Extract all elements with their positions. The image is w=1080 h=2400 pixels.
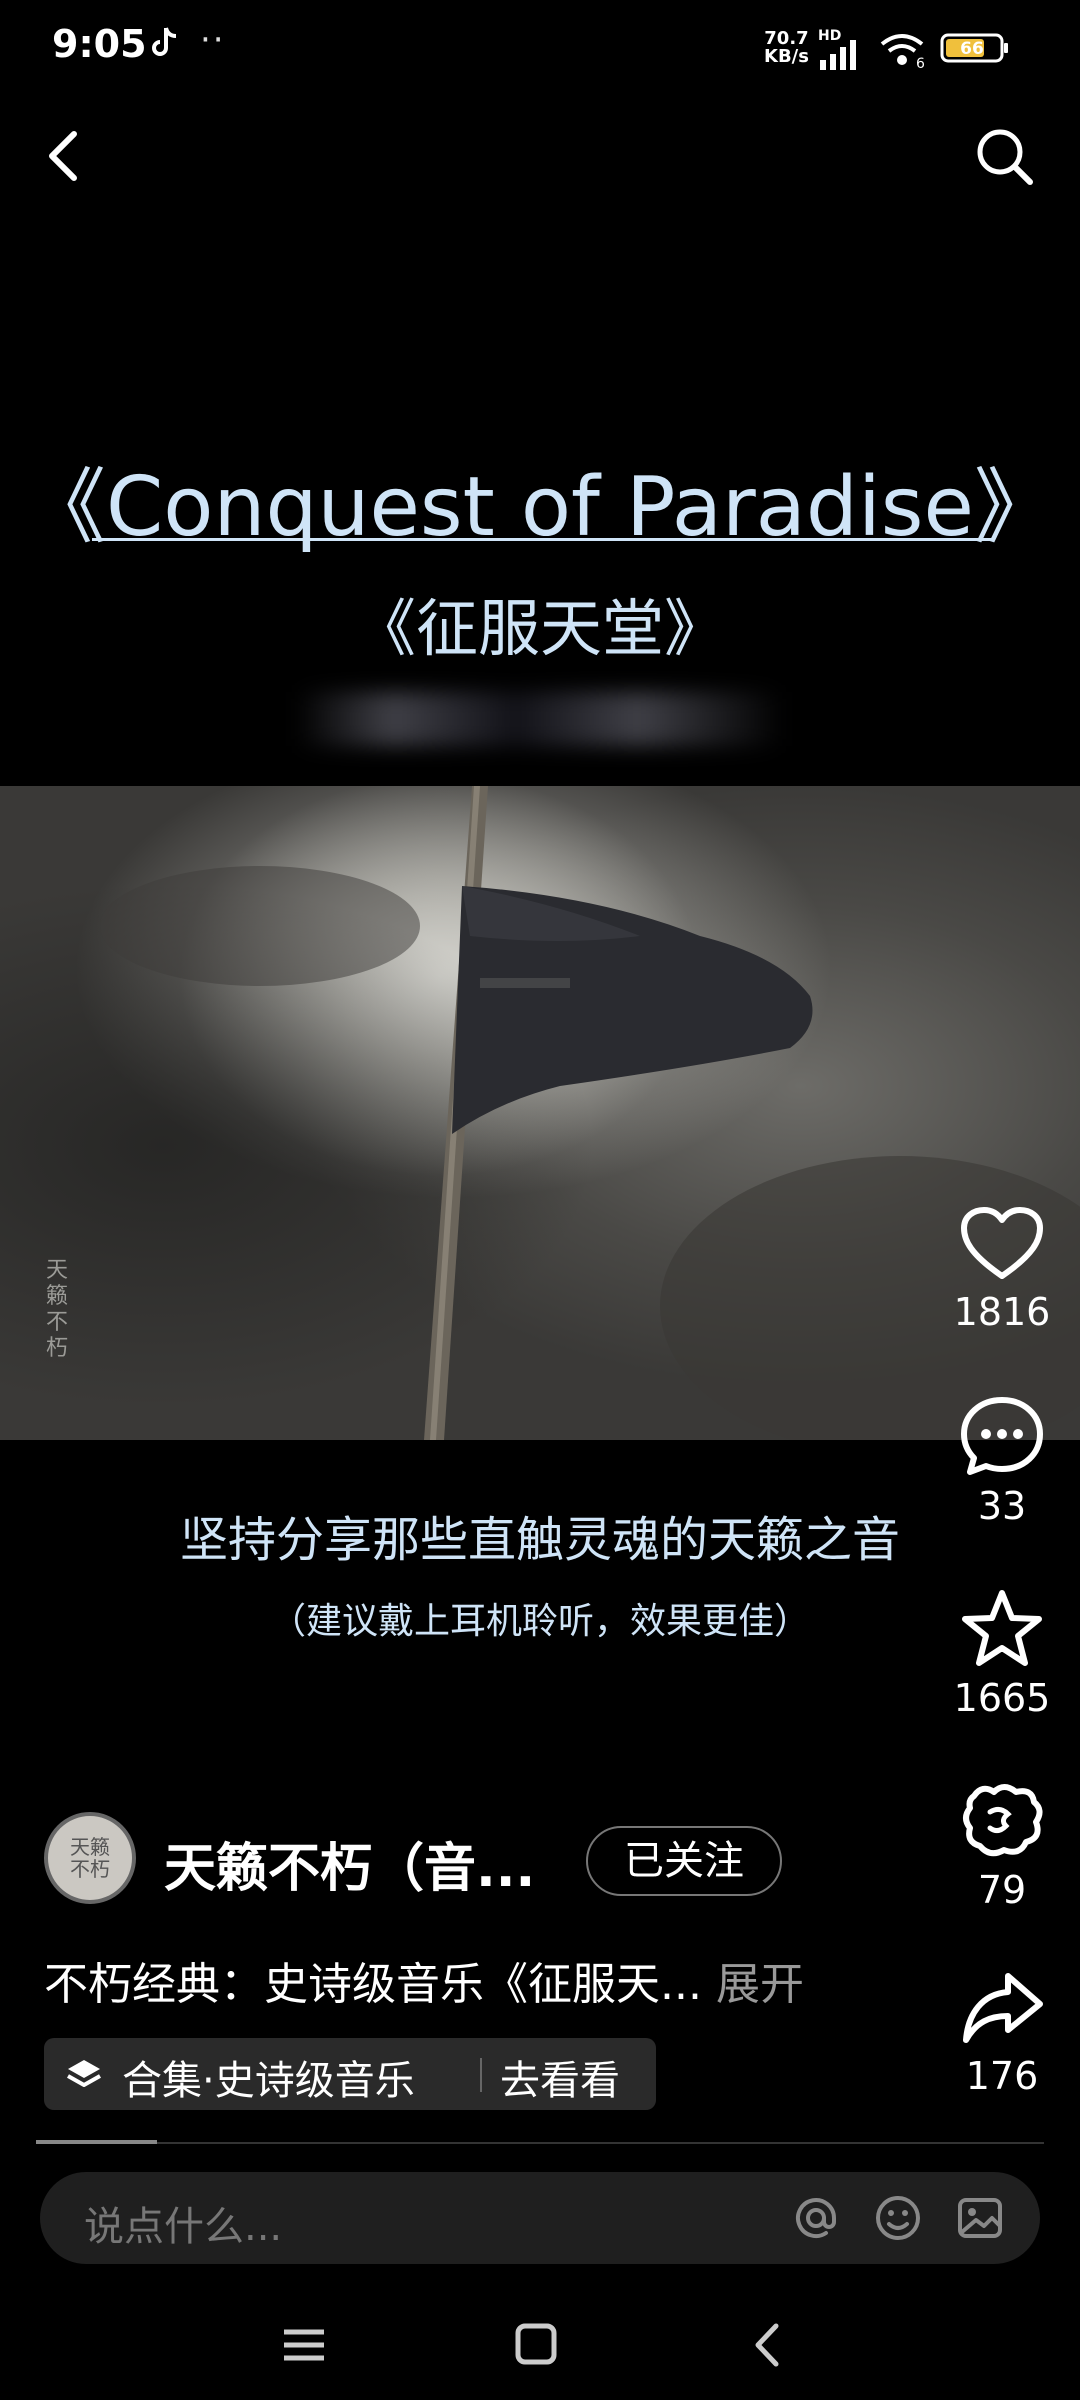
comment-input[interactable]: 说点什么... [84, 2194, 282, 2252]
back-icon [755, 2323, 779, 2367]
status-bar: 9:05 ·· 70.7 KB/s HD 6 66 [0, 0, 1080, 96]
avatar[interactable]: 天籁不朽 [44, 1812, 136, 1904]
comment-count: 33 [977, 1484, 1027, 1528]
author-name[interactable]: 天籁不朽（音... [164, 1826, 535, 1901]
wifi-icon: 6 [878, 30, 928, 72]
menu-nav-button[interactable] [274, 2320, 334, 2370]
subtitle-note: （建议戴上耳机聆听，效果更佳） [269, 1601, 810, 1642]
subtitle-main: 坚持分享那些直触灵魂的天籁之音 [179, 1512, 900, 1568]
back-button[interactable] [36, 120, 92, 192]
heart-icon [961, 1207, 1043, 1279]
watermark: 天籁不朽 [45, 1258, 68, 1361]
network-speed: 70.7 KB/s [764, 28, 809, 67]
battery-icon: 66 [940, 32, 1010, 64]
follow-button[interactable]: 已关注 [586, 1826, 782, 1896]
go-watch-button[interactable]: 去看看 [500, 2048, 620, 2106]
flag-image [0, 786, 1080, 1440]
status-time: 9:05 [52, 22, 147, 66]
chevron-left-icon [49, 131, 77, 181]
share-count: 176 [965, 2054, 1039, 2098]
blurred-text-line [295, 692, 785, 746]
video-description[interactable]: 不朽经典：史诗级音乐《征服天... 展开 [44, 1948, 804, 2012]
home-nav-button[interactable] [506, 2320, 566, 2370]
share-icon [963, 1973, 1043, 2043]
expand-link[interactable]: 展开 [716, 1959, 804, 2010]
comment-icon [961, 1397, 1043, 1475]
layers-icon [64, 2056, 104, 2096]
search-button[interactable] [972, 124, 1036, 188]
gift-count: 79 [977, 1868, 1027, 1912]
back-nav-button[interactable] [740, 2320, 800, 2370]
video-progress-track[interactable] [36, 2142, 1044, 2144]
star-icon [962, 1590, 1042, 1666]
video-title-english: 《Conquest of Paradise》 [24, 460, 1056, 555]
svg-text:6: 6 [916, 56, 925, 70]
search-icon [977, 129, 1033, 185]
menu-icon [284, 2329, 324, 2361]
like-count: 1816 [953, 1290, 1051, 1334]
home-icon [515, 2323, 557, 2365]
comment-button[interactable]: 33 [952, 1396, 1052, 1528]
collection-label: 合集·史诗级音乐 [122, 2058, 415, 2104]
favorite-count: 1665 [953, 1676, 1051, 1720]
mention-icon[interactable] [792, 2194, 840, 2242]
comment-input-bar[interactable]: 说点什么... [40, 2172, 1040, 2264]
signal-icon [818, 38, 862, 70]
notification-dots: ·· [200, 20, 226, 60]
collection-chip[interactable]: 合集·史诗级音乐 去看看 [44, 2038, 656, 2110]
like-button[interactable]: 1816 [952, 1206, 1052, 1334]
video-player[interactable] [0, 786, 1080, 1440]
video-progress-fill [36, 2140, 157, 2144]
favorite-button[interactable]: 1665 [952, 1588, 1052, 1720]
svg-text:66: 66 [960, 39, 984, 59]
image-icon[interactable] [956, 2194, 1004, 2242]
gift-icon [963, 1784, 1043, 1857]
video-title-chinese: 《征服天堂》 [353, 592, 726, 665]
tiktok-icon [150, 26, 180, 68]
emoji-icon[interactable] [874, 2194, 922, 2242]
title-underline [92, 538, 992, 541]
collection-divider [480, 2058, 482, 2092]
share-button[interactable]: 176 [952, 1970, 1052, 2098]
gift-button[interactable]: 79 [952, 1780, 1052, 1912]
description-text: 不朽经典：史诗级音乐《征服天... [44, 1959, 702, 2010]
